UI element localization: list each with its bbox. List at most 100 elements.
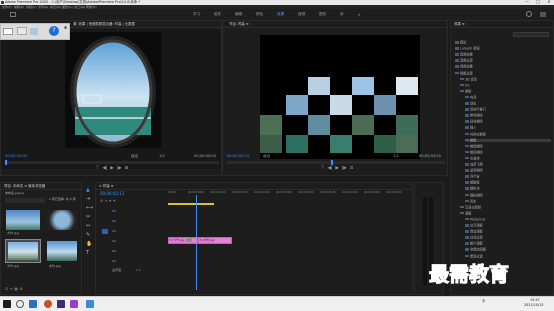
effects-tree-item[interactable]: 黑场过渡 xyxy=(465,254,551,258)
messages-icon[interactable] xyxy=(540,12,546,17)
timeline-clip-2[interactable]: fx 木竹.jpg xyxy=(198,237,232,244)
effects-tree-item[interactable]: 胶片溶解 xyxy=(465,242,551,245)
program-monitor-title[interactable]: 节目: 时装 ≡ xyxy=(223,21,447,28)
program-step-forward-icon[interactable]: |▶ xyxy=(342,166,347,171)
effects-tree-item[interactable]: 白场过渡 xyxy=(465,236,551,239)
effects-tree-item[interactable]: 音频过渡 xyxy=(455,59,551,62)
track-a2-label[interactable]: A2 xyxy=(112,250,116,253)
home-icon[interactable] xyxy=(10,12,16,17)
effects-tree-item[interactable]: 交叉溶解 xyxy=(465,224,551,227)
effects-tree-item[interactable]: 双侧平推门 xyxy=(465,108,551,111)
effects-tree-item[interactable]: 带状擦除 xyxy=(465,114,551,117)
play-icon[interactable]: ▶ xyxy=(110,166,113,171)
effects-tree-item[interactable]: 径向擦除 xyxy=(465,120,551,123)
source-playhead[interactable] xyxy=(5,160,7,165)
source-patch-v1[interactable] xyxy=(102,229,108,234)
collapse-icon[interactable]: ▲ xyxy=(64,25,69,29)
program-step-back-icon[interactable]: ◀| xyxy=(327,166,332,171)
mark-in-icon[interactable]: ⊤ xyxy=(96,166,100,171)
transition-marker[interactable]: 交叉 xyxy=(185,238,193,242)
track-v1-label[interactable]: V1 xyxy=(112,230,116,233)
workspace-learn[interactable]: 学习 xyxy=(193,12,200,17)
program-ratio-dropdown[interactable]: 1/2 xyxy=(393,154,399,159)
type-tool-icon[interactable]: T xyxy=(86,251,89,256)
effects-tree-item[interactable]: 叠加溶解 xyxy=(465,230,551,233)
effects-tree-item[interactable]: 视频过渡 xyxy=(455,71,551,75)
effects-tree-item[interactable]: 百叶窗 xyxy=(465,175,551,178)
window-icon[interactable] xyxy=(3,28,13,35)
timeline-tab[interactable]: × 时装 ≡ xyxy=(96,183,412,190)
step-back-icon[interactable]: ◀| xyxy=(102,166,107,171)
workspace-audio[interactable]: 音频 xyxy=(298,12,305,17)
workspace-effects[interactable]: 效果 xyxy=(277,12,284,17)
workspace-graphics[interactable]: 图形 xyxy=(319,12,326,17)
effects-search-input[interactable] xyxy=(513,32,549,37)
search-icon[interactable] xyxy=(526,11,532,17)
master-volume-value[interactable]: 0.0 xyxy=(136,269,141,272)
effects-tree-item[interactable]: 随机擦除 xyxy=(465,193,551,197)
program-play-icon[interactable]: ▶ xyxy=(335,166,338,171)
effects-tree-item[interactable]: 螺旋框 xyxy=(465,181,551,184)
effects-tree-item[interactable]: Lumetri 预设 xyxy=(455,47,551,50)
timeline-timecode[interactable]: 00;00;02;13 xyxy=(100,192,124,196)
search-taskbar-icon[interactable] xyxy=(16,300,24,308)
selection-tool-icon[interactable]: ▲ xyxy=(86,188,90,193)
program-export-frame-icon[interactable]: ⊡ xyxy=(350,166,354,171)
workspace-libraries[interactable]: 库 xyxy=(340,12,344,17)
effects-tree-item[interactable]: 音频效果 xyxy=(455,53,551,56)
workspace-editing[interactable]: 编辑 xyxy=(235,12,242,17)
effects-tree-item[interactable]: 非叠加溶解 xyxy=(465,248,551,251)
lock-icon[interactable]: ⊡ xyxy=(5,286,8,291)
task-view-icon[interactable] xyxy=(29,300,37,308)
program-time-ruler[interactable] xyxy=(227,161,445,164)
ime-indicator[interactable]: 中 xyxy=(482,299,485,303)
effects-tree-item[interactable]: MorphCut xyxy=(465,218,551,221)
project-thumb-2[interactable] xyxy=(47,210,77,230)
slip-tool-icon[interactable]: ↔ xyxy=(86,224,90,229)
track-v3-label[interactable]: V3 xyxy=(112,210,116,213)
effects-tree-item[interactable]: 预设 xyxy=(455,41,551,44)
effects-tree-item[interactable]: 棋盘 xyxy=(465,138,551,143)
effects-tree-item[interactable]: 楔形擦除 xyxy=(465,150,551,154)
project-thumb-3-selected[interactable] xyxy=(5,239,41,263)
effects-tree-item[interactable]: 油漆飞溅 xyxy=(465,163,551,166)
list-view-icon[interactable]: ≡ xyxy=(10,286,13,291)
source-fit-dropdown[interactable]: 适合 xyxy=(131,154,138,159)
add-marker-icon[interactable]: ▾ xyxy=(109,198,111,203)
project-search-input[interactable] xyxy=(5,198,45,203)
effects-tree-item[interactable]: 渐变擦除 xyxy=(465,169,551,172)
ripple-edit-tool-icon[interactable]: ⟷ xyxy=(86,206,93,211)
source-timecode-left[interactable]: 00;00;00;00 xyxy=(5,154,27,159)
browser-icon[interactable] xyxy=(44,300,52,308)
program-mark-in-icon[interactable]: ⊤ xyxy=(321,166,325,171)
hand-tool-icon[interactable]: ✋ xyxy=(86,242,92,247)
timeline-settings-icon[interactable]: ✦ xyxy=(113,198,116,203)
effects-tree-item[interactable]: 视频效果 xyxy=(455,65,551,68)
razor-tool-icon[interactable]: ✂ xyxy=(86,215,90,220)
clock-date[interactable]: 2021/10/15 xyxy=(524,303,544,307)
start-icon[interactable] xyxy=(3,300,11,308)
icon-view-icon[interactable]: ▦ xyxy=(14,286,18,291)
source-time-ruler[interactable] xyxy=(5,161,219,164)
work-area-bar[interactable] xyxy=(168,203,214,205)
effects-tree-item[interactable]: 插入 xyxy=(465,126,551,129)
program-timecode-left[interactable]: 00;00;02;13 xyxy=(227,154,249,159)
clock-time[interactable]: 15:47 xyxy=(530,298,540,302)
track-v2-label[interactable]: V2 xyxy=(112,220,116,223)
pen-tool-icon[interactable]: ✎ xyxy=(86,233,90,238)
track-a3-label[interactable]: A3 xyxy=(112,260,116,263)
help-icon[interactable]: ? xyxy=(49,26,59,36)
effects-tree-item[interactable]: 随机块 xyxy=(465,187,551,190)
track-select-tool-icon[interactable]: ⇥ xyxy=(86,197,90,202)
insert-icon[interactable]: ⊞ xyxy=(125,166,129,171)
effects-tree-item[interactable]: 3D 运动 xyxy=(460,77,551,81)
new-item-icon[interactable]: ⊕ xyxy=(19,286,22,291)
program-playhead[interactable] xyxy=(331,160,333,165)
workspace-assembly[interactable]: 组件 xyxy=(214,12,221,17)
effects-tree-item[interactable]: 溶解 xyxy=(460,211,551,215)
project-thumb-1[interactable] xyxy=(6,210,40,230)
project-thumb-4[interactable] xyxy=(47,241,77,261)
linked-selection-icon[interactable]: ∞ xyxy=(105,198,108,203)
effects-tree-item[interactable]: 水波块 xyxy=(465,157,551,160)
more-workspaces-icon[interactable]: » xyxy=(358,13,360,17)
